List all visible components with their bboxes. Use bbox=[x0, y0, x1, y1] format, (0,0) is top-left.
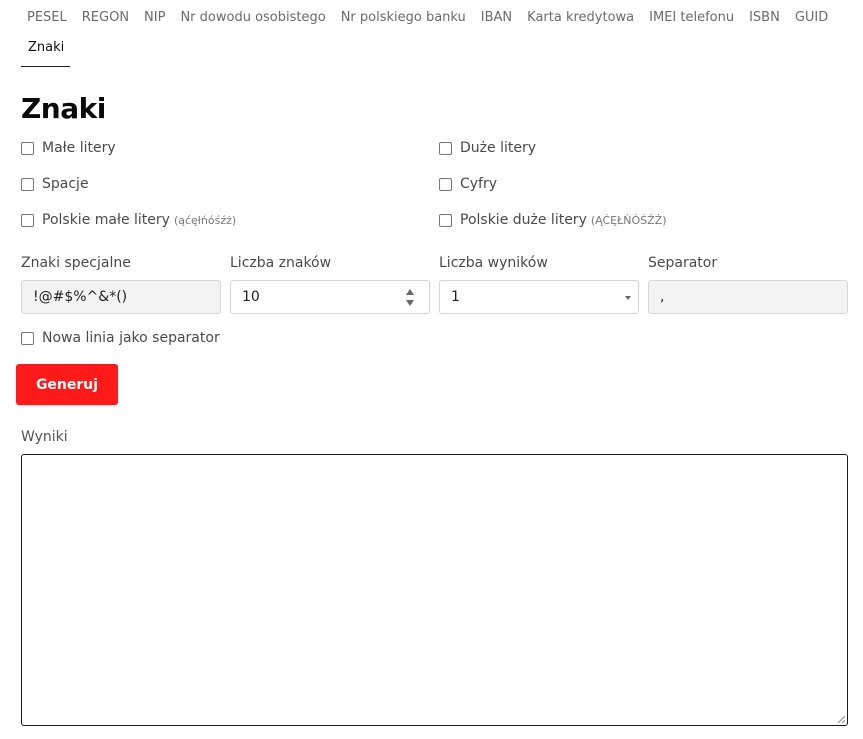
tab-imei[interactable]: IMEI telefonu bbox=[649, 10, 734, 25]
results-count-select[interactable]: 1 bbox=[439, 280, 639, 314]
results-count-label: Liczba wyników bbox=[439, 255, 548, 271]
special-chars-label: Znaki specjalne bbox=[21, 255, 131, 271]
tab-znaki[interactable]: Znaki bbox=[21, 35, 70, 67]
lowercase-label: Małe litery bbox=[42, 140, 116, 156]
checkbox-box[interactable] bbox=[21, 213, 34, 227]
digits-checkbox[interactable]: Cyfry bbox=[439, 176, 497, 192]
tab-guid[interactable]: GUID bbox=[795, 10, 828, 25]
digits-label: Cyfry bbox=[460, 176, 498, 192]
results-label: Wyniki bbox=[21, 429, 68, 445]
tab-znaki-label: Znaki bbox=[28, 40, 65, 55]
polish-uppercase-hint: (ĄĆĘŁŃÓŚŹŻ) bbox=[590, 213, 667, 227]
tab-id-card[interactable]: Nr dowodu osobistego bbox=[180, 10, 325, 25]
spaces-label: Spacje bbox=[42, 176, 89, 192]
results-textarea[interactable] bbox=[21, 454, 848, 726]
newline-separator-checkbox[interactable]: Nowa linia jako separator bbox=[21, 330, 220, 346]
uppercase-checkbox[interactable]: Duże litery bbox=[439, 140, 536, 156]
tab-nip[interactable]: NIP bbox=[144, 10, 165, 25]
char-count-label: Liczba znaków bbox=[230, 255, 332, 271]
checkbox-box[interactable] bbox=[439, 213, 452, 227]
char-count-input[interactable]: 10 bbox=[230, 280, 430, 314]
checkbox-box[interactable] bbox=[439, 141, 452, 155]
checkbox-box[interactable] bbox=[21, 177, 34, 191]
tab-bank-number[interactable]: Nr polskiego banku bbox=[341, 10, 466, 25]
tab-credit-card[interactable]: Karta kredytowa bbox=[527, 10, 634, 25]
spaces-checkbox[interactable]: Spacje bbox=[21, 176, 89, 192]
char-count-value: 10 bbox=[242, 289, 260, 305]
polish-lowercase-label: Polskie małe litery bbox=[42, 212, 170, 228]
separator-value: , bbox=[660, 289, 665, 305]
resize-handle-icon[interactable] bbox=[837, 715, 845, 723]
separator-input[interactable]: , bbox=[648, 280, 848, 314]
polish-uppercase-checkbox[interactable]: Polskie duże litery (ĄĆĘŁŃÓŚŹŻ) bbox=[439, 212, 667, 228]
chevron-down-icon bbox=[625, 296, 631, 300]
page-title: Znaki bbox=[21, 92, 106, 125]
polish-lowercase-checkbox[interactable]: Polskie małe litery (ąćęłńóśźż) bbox=[21, 212, 236, 228]
tab-iban[interactable]: IBAN bbox=[481, 10, 512, 25]
newline-separator-label: Nowa linia jako separator bbox=[42, 330, 220, 346]
tool-tabs: PESEL REGON NIP Nr dowodu osobistego Nr … bbox=[21, 6, 851, 67]
results-count-value: 1 bbox=[451, 289, 460, 305]
tab-row: PESEL REGON NIP Nr dowodu osobistego Nr … bbox=[21, 6, 851, 28]
checkbox-box[interactable] bbox=[21, 141, 34, 155]
checkbox-box[interactable] bbox=[21, 331, 34, 345]
uppercase-label: Duże litery bbox=[460, 140, 536, 156]
special-chars-value: !@#$%^&*() bbox=[33, 289, 128, 305]
lowercase-checkbox[interactable]: Małe litery bbox=[21, 140, 116, 156]
stepper-icon[interactable] bbox=[406, 289, 416, 307]
tab-pesel[interactable]: PESEL bbox=[27, 10, 67, 25]
generate-button[interactable]: Generuj bbox=[16, 364, 118, 405]
tab-isbn[interactable]: ISBN bbox=[749, 10, 780, 25]
special-chars-input[interactable]: !@#$%^&*() bbox=[21, 280, 221, 314]
tab-regon[interactable]: REGON bbox=[82, 10, 129, 25]
polish-lowercase-hint: (ąćęłńóśźż) bbox=[173, 213, 237, 227]
checkbox-box[interactable] bbox=[439, 177, 452, 191]
polish-uppercase-label: Polskie duże litery bbox=[460, 212, 587, 228]
separator-label: Separator bbox=[648, 255, 718, 271]
